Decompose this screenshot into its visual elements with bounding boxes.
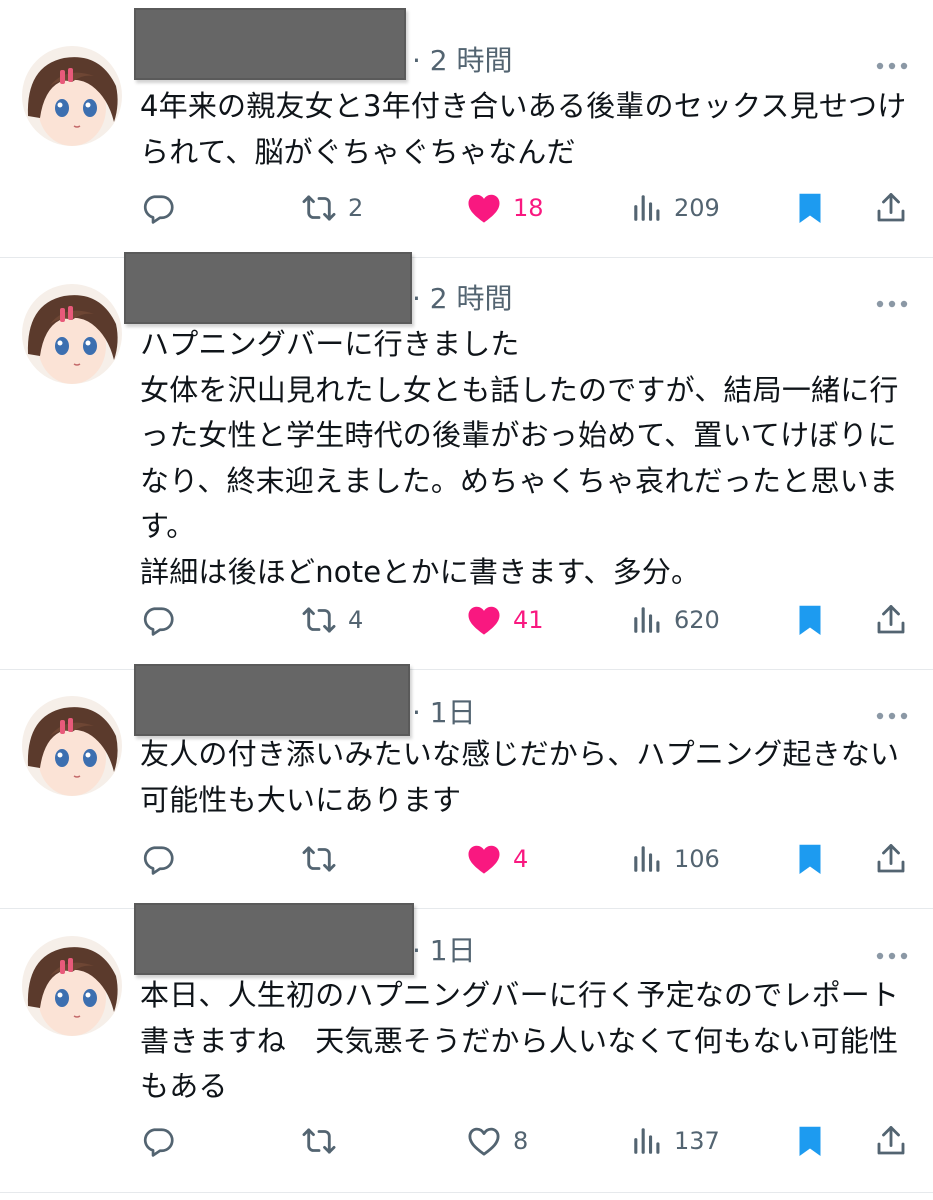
- tweet-actions: 8 137: [140, 1118, 920, 1164]
- tweet-time[interactable]: · 1日: [412, 696, 476, 730]
- tweet-text: 本日、人生初のハプニングバーに行く予定なのでレポート書きますね 天気悪そうだから…: [140, 978, 900, 1103]
- views-chart-icon: [630, 842, 664, 876]
- retweet-button[interactable]: [300, 1118, 348, 1164]
- reply-button[interactable]: [140, 1118, 186, 1164]
- like-count: 4: [513, 845, 529, 873]
- share-icon: [873, 1123, 909, 1159]
- reply-button[interactable]: [140, 597, 186, 643]
- reply-button[interactable]: [140, 185, 186, 231]
- tweet-time[interactable]: · 1日: [412, 934, 476, 968]
- heart-filled-icon: [465, 189, 503, 227]
- views-button[interactable]: 106: [630, 836, 720, 882]
- tweet-actions: 4 41 620: [140, 597, 920, 643]
- heart-filled-icon: [465, 601, 503, 639]
- view-count: 106: [674, 845, 720, 873]
- views-chart-icon: [630, 191, 664, 225]
- tweet-time[interactable]: · 2 時間: [412, 282, 513, 316]
- more-icon[interactable]: [875, 706, 909, 716]
- views-button[interactable]: 209: [630, 185, 720, 231]
- share-icon: [873, 602, 909, 638]
- views-chart-icon: [630, 603, 664, 637]
- heart-icon: [465, 1122, 503, 1160]
- avatar[interactable]: [22, 46, 122, 146]
- redacted-username: [134, 8, 406, 80]
- view-count: 137: [674, 1127, 720, 1155]
- share-icon: [873, 841, 909, 877]
- retweet-button[interactable]: [300, 836, 348, 882]
- retweet-count: 2: [348, 194, 364, 222]
- like-button[interactable]: 18: [465, 185, 544, 231]
- share-button[interactable]: [873, 185, 909, 231]
- views-button[interactable]: 620: [630, 597, 720, 643]
- tweet-text: ハプニングバーに行きました 女体を沢山見れたし女とも話したのですが、結局一緒に行…: [140, 327, 899, 589]
- retweet-icon: [300, 1122, 338, 1160]
- more-icon[interactable]: [875, 56, 909, 66]
- heart-filled-icon: [465, 840, 503, 878]
- retweet-button[interactable]: 4: [300, 597, 363, 643]
- views-button[interactable]: 137: [630, 1118, 720, 1164]
- retweet-icon: [300, 601, 338, 639]
- redacted-username: [134, 664, 410, 736]
- more-icon[interactable]: [875, 946, 909, 956]
- view-count: 209: [674, 194, 720, 222]
- tweet-actions: 4 106: [140, 836, 920, 882]
- share-button[interactable]: [873, 597, 909, 643]
- retweet-icon: [300, 189, 338, 227]
- share-button[interactable]: [873, 836, 909, 882]
- tweet-text: 友人の付き添いみたいな感じだから、ハプニング起きない可能性も大いにあります: [140, 737, 900, 817]
- share-icon: [873, 190, 909, 226]
- bookmark-button[interactable]: [792, 597, 828, 643]
- bookmark-button[interactable]: [792, 1118, 828, 1164]
- tweet-text: 4年来の親友女と3年付き合いある後輩のセックス見せつけられて、脳がぐちゃぐちゃな…: [140, 89, 907, 169]
- avatar[interactable]: [22, 696, 122, 796]
- tweet[interactable]: · 2 時間 ハプニングバーに行きました 女体を沢山見れたし女とも話したのですが…: [0, 252, 933, 668]
- like-button[interactable]: 41: [465, 597, 544, 643]
- tweet-divider: [0, 1192, 933, 1193]
- redacted-username: [134, 903, 414, 975]
- like-button[interactable]: 8: [465, 1118, 528, 1164]
- reply-icon: [140, 190, 176, 226]
- reply-button[interactable]: [140, 836, 186, 882]
- retweet-count: 4: [348, 606, 364, 634]
- tweet-time[interactable]: · 2 時間: [412, 44, 513, 78]
- bookmark-button[interactable]: [792, 185, 828, 231]
- tweet[interactable]: · 1日 友人の付き添いみたいな感じだから、ハプニング起きない可能性も大いにあり…: [0, 664, 933, 908]
- bookmark-filled-icon: [792, 602, 828, 638]
- reply-icon: [140, 602, 176, 638]
- tweet[interactable]: · 1日 本日、人生初のハプニングバーに行く予定なのでレポート書きますね 天気悪…: [0, 903, 933, 1200]
- retweet-button[interactable]: 2: [300, 185, 363, 231]
- avatar[interactable]: [22, 936, 122, 1036]
- like-button[interactable]: 4: [465, 836, 528, 882]
- bookmark-button[interactable]: [792, 836, 828, 882]
- view-count: 620: [674, 606, 720, 634]
- bookmark-filled-icon: [792, 1123, 828, 1159]
- like-count: 18: [513, 194, 544, 222]
- more-icon[interactable]: [875, 294, 909, 304]
- like-count: 8: [513, 1127, 529, 1155]
- share-button[interactable]: [873, 1118, 909, 1164]
- tweet[interactable]: · 2 時間 4年来の親友女と3年付き合いある後輩のセックス見せつけられて、脳が…: [0, 0, 933, 256]
- retweet-icon: [300, 840, 338, 878]
- redacted-username: [124, 252, 412, 324]
- bookmark-filled-icon: [792, 190, 828, 226]
- reply-icon: [140, 1123, 176, 1159]
- reply-icon: [140, 841, 176, 877]
- tweet-actions: 2 18 209: [140, 185, 920, 231]
- bookmark-filled-icon: [792, 841, 828, 877]
- like-count: 41: [513, 606, 544, 634]
- avatar[interactable]: [22, 284, 122, 384]
- views-chart-icon: [630, 1124, 664, 1158]
